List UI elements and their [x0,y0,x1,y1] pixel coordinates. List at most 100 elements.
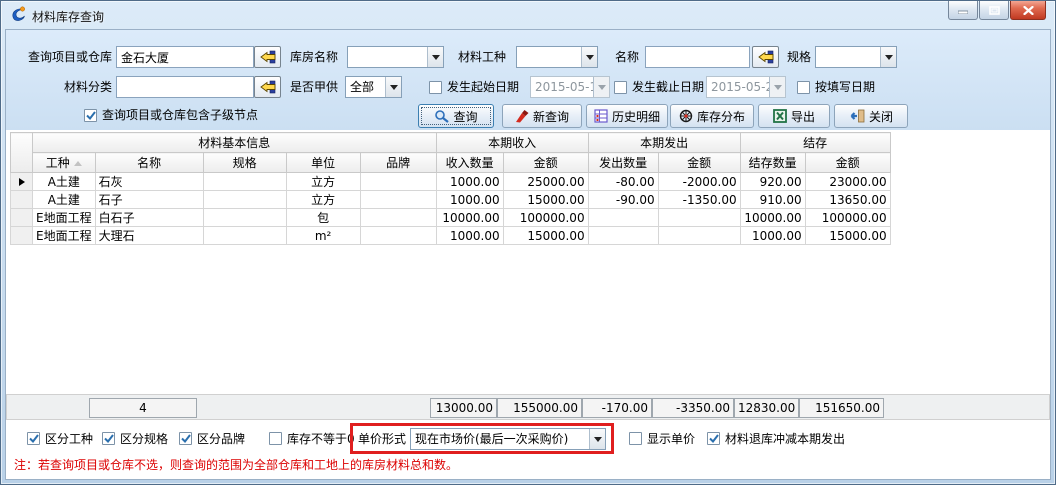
close-window-button-label: 关闭 [869,108,893,125]
check-icon [29,434,39,443]
worktype-value [517,47,581,67]
cell-in-amt: 15000.00 [503,227,588,245]
cell-in-amt: 15000.00 [503,191,588,209]
maximize-icon [989,6,1000,15]
titlebar[interactable]: 材料库存查询 [1,1,1055,29]
col-out-qty[interactable]: 发出数量 [588,153,658,173]
col-spec[interactable]: 规格 [203,153,286,173]
new-query-button[interactable]: 新查询 [502,104,582,128]
totals-bal-qty: 12830.00 [734,398,799,418]
warehouse-label: 库房名称 [290,46,338,68]
worktype-combobox[interactable] [516,46,598,68]
minimize-button[interactable] [948,1,978,20]
material-name-label: 名称 [615,46,639,68]
start-date-checkbox[interactable] [429,81,442,94]
category-label: 材料分类 [16,76,112,98]
price-mode-combobox[interactable]: 现在市场价(最后一次采购价) [410,428,606,450]
table-row[interactable]: E地面工程 大理石 m² 1000.00 15000.00 1000.00 15… [11,227,891,245]
table-row[interactable]: A土建 石子 立方 1000.00 15000.00 -90.00 -1350.… [11,191,891,209]
cell-spec [203,191,286,209]
distribution-wheel-icon [679,109,693,123]
col-in-qty[interactable]: 收入数量 [436,153,503,173]
cell-in-qty: 10000.00 [436,209,503,227]
col-name[interactable]: 名称 [95,153,203,173]
app-window: 材料库存查询 查询项目或仓库 库房名称 材料工种 [0,0,1056,485]
distinguish-worktype-checkbox[interactable] [27,432,40,445]
chevron-down-icon [593,77,609,97]
col-bal-qty[interactable]: 结存数量 [740,153,805,173]
cell-worktype: E地面工程 [33,227,96,245]
col-bal-amt[interactable]: 金额 [805,153,890,173]
col-unit[interactable]: 单位 [286,153,360,173]
check-icon [181,434,191,443]
spec-value [816,47,880,67]
stock-nonzero-label: 库存不等于0 [287,428,355,450]
cell-in-qty: 1000.00 [436,227,503,245]
cell-bal-qty: 910.00 [740,191,805,209]
chevron-down-icon[interactable] [427,47,443,67]
cell-out-qty: -80.00 [588,173,658,191]
col-in-amt[interactable]: 金额 [503,153,588,173]
group-basic-info: 材料基本信息 [33,133,437,153]
cell-out-amt [658,209,740,227]
distinguish-brand-checkbox[interactable] [179,432,192,445]
spec-combobox[interactable] [815,46,897,68]
row-indicator-header [11,133,33,173]
chevron-down-icon[interactable] [880,47,896,67]
project-picker-button[interactable] [254,46,281,68]
chevron-down-icon[interactable] [589,429,605,449]
query-button-label: 查询 [453,108,477,125]
project-input[interactable] [116,46,254,68]
cell-bal-qty: 920.00 [740,173,805,191]
cell-brand [360,209,436,227]
material-name-input[interactable] [645,46,750,68]
include-children-checkbox[interactable] [84,109,97,122]
supply-label: 是否甲供 [290,76,338,98]
export-button-label: 导出 [791,108,815,125]
history-detail-button[interactable]: 历史明细 [586,104,668,128]
chevron-down-icon[interactable] [581,47,597,67]
totals-out-amt: -3350.00 [652,398,734,418]
maximize-button[interactable] [979,1,1009,20]
category-input[interactable] [116,76,254,98]
new-query-button-label: 新查询 [533,108,569,125]
end-date-checkbox[interactable] [614,81,627,94]
price-mode-value: 现在市场价(最后一次采购价) [411,429,589,449]
cell-in-qty: 1000.00 [436,173,503,191]
table-row[interactable]: A土建 石灰 立方 1000.00 25000.00 -80.00 -2000.… [11,173,891,191]
by-fill-date-checkbox[interactable] [797,81,810,94]
material-name-picker-button[interactable] [752,46,779,68]
excel-export-icon [773,109,787,123]
end-date-combobox[interactable]: 2015-05-27 [706,76,786,98]
query-button[interactable]: 查询 [418,104,494,128]
col-out-amt[interactable]: 金额 [658,153,740,173]
close-window-button[interactable]: 关闭 [834,104,908,128]
stock-distribution-button[interactable]: 库存分布 [670,104,754,128]
col-brand[interactable]: 品牌 [360,153,436,173]
warehouse-combobox[interactable] [347,46,444,68]
category-picker-button[interactable] [254,76,281,98]
export-button[interactable]: 导出 [758,104,830,128]
chevron-down-icon[interactable] [385,77,401,97]
project-label: 查询项目或仓库 [16,46,112,68]
exit-door-icon [849,109,865,123]
supply-combobox[interactable]: 全部 [345,76,402,98]
show-unit-price-checkbox[interactable] [629,432,642,445]
distinguish-spec-label: 区分规格 [120,428,168,450]
search-icon [434,109,449,123]
cell-unit: m² [286,227,360,245]
totals-bal-amt: 151650.00 [799,398,884,418]
check-icon [86,111,96,120]
distinguish-spec-checkbox[interactable] [102,432,115,445]
row-indicator-cell [11,227,33,245]
start-date-label: 发生起始日期 [447,76,519,98]
hand-pointer-icon [757,50,774,64]
close-button[interactable] [1010,1,1046,20]
stock-nonzero-checkbox[interactable] [269,432,282,445]
return-offset-checkbox[interactable] [707,432,720,445]
cell-in-amt: 100000.00 [503,209,588,227]
table-row[interactable]: E地面工程 白石子 包 10000.00 100000.00 10000.00 … [11,209,891,227]
col-worktype[interactable]: 工种 [33,153,96,173]
start-date-combobox[interactable]: 2015-05-12 [530,76,610,98]
cell-unit: 立方 [286,191,360,209]
